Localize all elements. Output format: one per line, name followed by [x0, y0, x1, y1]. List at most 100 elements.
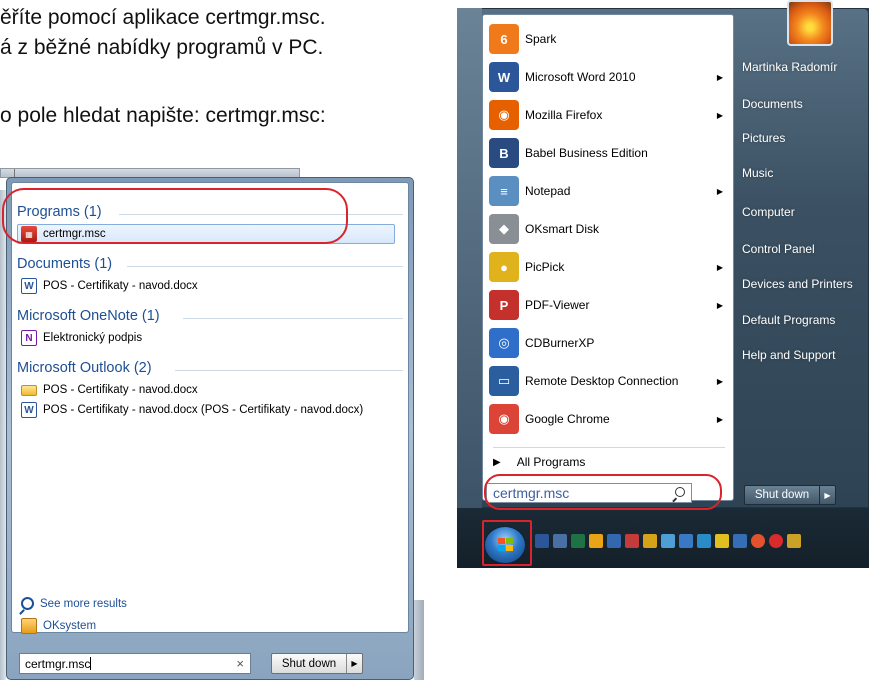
start-menu-left-edge — [457, 8, 482, 508]
notepad-taskbar-icon[interactable] — [553, 534, 567, 548]
start-program-label: CDBurnerXP — [525, 336, 595, 350]
notepad-icon: ≡ — [489, 176, 519, 206]
start-program-item[interactable]: W Microsoft Word 2010 ▶ — [489, 59, 729, 95]
app-taskbar-icon[interactable] — [769, 534, 783, 548]
group-divider — [183, 318, 403, 319]
search-icon — [21, 597, 34, 610]
search-result-label: POS - Certifikaty - navod.docx — [43, 384, 198, 396]
start-program-label: Spark — [525, 32, 557, 46]
start-program-item[interactable]: ≡ Notepad ▶ — [489, 173, 729, 209]
highlight-ring-programs — [2, 188, 348, 244]
start-program-item[interactable]: ◉ Google Chrome ▶ — [489, 401, 729, 437]
doc-text-line-2: á z běžné nabídky programů v PC. — [0, 36, 324, 59]
app-taskbar-icon[interactable] — [715, 534, 729, 548]
start-link-item[interactable]: Martinka Radomír — [742, 60, 837, 74]
start-program-item[interactable]: P PDF-Viewer ▶ — [489, 287, 729, 323]
app-taskbar-icon[interactable] — [751, 534, 765, 548]
shutdown-button[interactable]: Shut down ▶ — [271, 653, 363, 674]
app-taskbar-icon[interactable] — [625, 534, 639, 548]
app-taskbar-icon[interactable] — [697, 534, 711, 548]
start-program-item[interactable]: B Babel Business Edition — [489, 135, 729, 171]
see-more-label: See more results — [40, 597, 127, 610]
search-input-value: certmgr.msc — [25, 657, 91, 671]
submenu-arrow-icon[interactable]: ▶ — [717, 73, 723, 82]
shutdown-options-arrow-icon[interactable]: ▶ — [346, 654, 362, 673]
highlight-ring-search — [484, 474, 722, 510]
remote-desktop-icon: ▭ — [489, 366, 519, 396]
result-group-heading[interactable]: Documents (1) — [17, 256, 112, 272]
shutdown-label: Shut down — [281, 657, 337, 670]
app-taskbar-icon[interactable] — [787, 534, 801, 548]
start-program-item[interactable]: ● PicPick ▶ — [489, 249, 729, 285]
app-taskbar-icon[interactable] — [643, 534, 657, 548]
start-program-label: Notepad — [525, 184, 571, 198]
start-link-item[interactable]: Control Panel — [742, 242, 815, 256]
search-input[interactable]: certmgr.msc × — [19, 653, 251, 674]
mail-icon — [21, 384, 37, 396]
word-icon: W — [489, 62, 519, 92]
oksystem-link[interactable]: OKsystem — [21, 618, 96, 634]
outlook-taskbar-icon[interactable] — [589, 534, 603, 548]
spark-icon: 6 — [489, 24, 519, 54]
chrome-icon: ◉ — [489, 404, 519, 434]
excel-taskbar-icon[interactable] — [571, 534, 585, 548]
start-link-item[interactable]: Documents — [742, 97, 803, 111]
start-program-item[interactable]: ◉ Mozilla Firefox ▶ — [489, 97, 729, 133]
submenu-arrow-icon[interactable]: ▶ — [717, 263, 723, 272]
start-link-item[interactable]: Default Programs — [742, 313, 835, 327]
app-taskbar-icon[interactable] — [733, 534, 747, 548]
cdburner-icon: ◎ — [489, 328, 519, 358]
start-program-item[interactable]: ◎ CDBurnerXP — [489, 325, 729, 361]
start-link-item[interactable]: Computer — [742, 205, 795, 219]
see-more-results-link[interactable]: See more results — [21, 597, 127, 610]
onenote-icon: N — [21, 330, 37, 346]
search-result-label: POS - Certifikaty - navod.docx — [43, 280, 198, 292]
word-taskbar-icon[interactable] — [535, 534, 549, 548]
start-link-item[interactable]: Help and Support — [742, 348, 835, 362]
window-edge-strip-right — [414, 600, 424, 680]
start-program-item[interactable]: 6 Spark — [489, 21, 729, 57]
submenu-arrow-icon[interactable]: ▶ — [717, 301, 723, 310]
result-group-heading[interactable]: Microsoft Outlook (2) — [17, 360, 152, 376]
start-program-label: Microsoft Word 2010 — [525, 70, 636, 84]
clear-search-icon[interactable]: × — [236, 656, 244, 671]
submenu-arrow-icon[interactable]: ▶ — [717, 415, 723, 424]
submenu-arrow-icon[interactable]: ▶ — [717, 187, 723, 196]
start-shutdown-button[interactable]: Shut down ▶ — [744, 485, 836, 505]
submenu-arrow-icon[interactable]: ▶ — [717, 111, 723, 120]
expand-arrow-icon: ▶ — [493, 456, 501, 468]
all-programs-button[interactable]: ▶ All Programs — [493, 455, 585, 469]
app-taskbar-icon[interactable] — [661, 534, 675, 548]
start-program-label: Babel Business Edition — [525, 146, 648, 160]
search-result-item[interactable]: POS - Certifikaty - navod.docx — [21, 380, 198, 400]
picpick-icon: ● — [489, 252, 519, 282]
start-program-label: OKsmart Disk — [525, 222, 600, 236]
doc-text-line-3: o pole hledat napište: certmgr.msc: — [0, 104, 326, 127]
result-group-heading[interactable]: Microsoft OneNote (1) — [17, 308, 160, 324]
search-result-label: POS - Certifikaty - navod.docx (POS - Ce… — [43, 404, 364, 416]
start-link-item[interactable]: Pictures — [742, 131, 785, 145]
taskbar-pinned-icons — [535, 534, 801, 548]
group-divider — [175, 370, 403, 371]
start-program-item[interactable]: ▭ Remote Desktop Connection ▶ — [489, 363, 729, 399]
user-avatar[interactable] — [787, 0, 833, 46]
group-divider — [127, 266, 403, 267]
app-taskbar-icon[interactable] — [679, 534, 693, 548]
search-result-item[interactable]: W POS - Certifikaty - navod.docx (POS - C… — [21, 400, 363, 420]
start-program-label: Remote Desktop Connection — [525, 374, 679, 388]
save-taskbar-icon[interactable] — [607, 534, 621, 548]
word-doc-icon: W — [21, 278, 37, 294]
start-program-label: Google Chrome — [525, 412, 610, 426]
all-programs-label: All Programs — [516, 455, 586, 469]
start-shutdown-label: Shut down — [754, 489, 810, 501]
mail-attachment-icon: W — [21, 402, 37, 418]
start-link-item[interactable]: Devices and Printers — [742, 277, 853, 291]
start-link-item[interactable]: Music — [742, 166, 773, 180]
shutdown-options-arrow-icon[interactable]: ▶ — [819, 486, 835, 504]
start-program-item[interactable]: ◆ OKsmart Disk — [489, 211, 729, 247]
submenu-arrow-icon[interactable]: ▶ — [717, 377, 723, 386]
search-result-item[interactable]: W POS - Certifikaty - navod.docx — [21, 276, 198, 296]
search-result-item[interactable]: N Elektronický podpis — [21, 328, 142, 348]
babel-icon: B — [489, 138, 519, 168]
highlight-ring-start-button — [482, 520, 532, 566]
